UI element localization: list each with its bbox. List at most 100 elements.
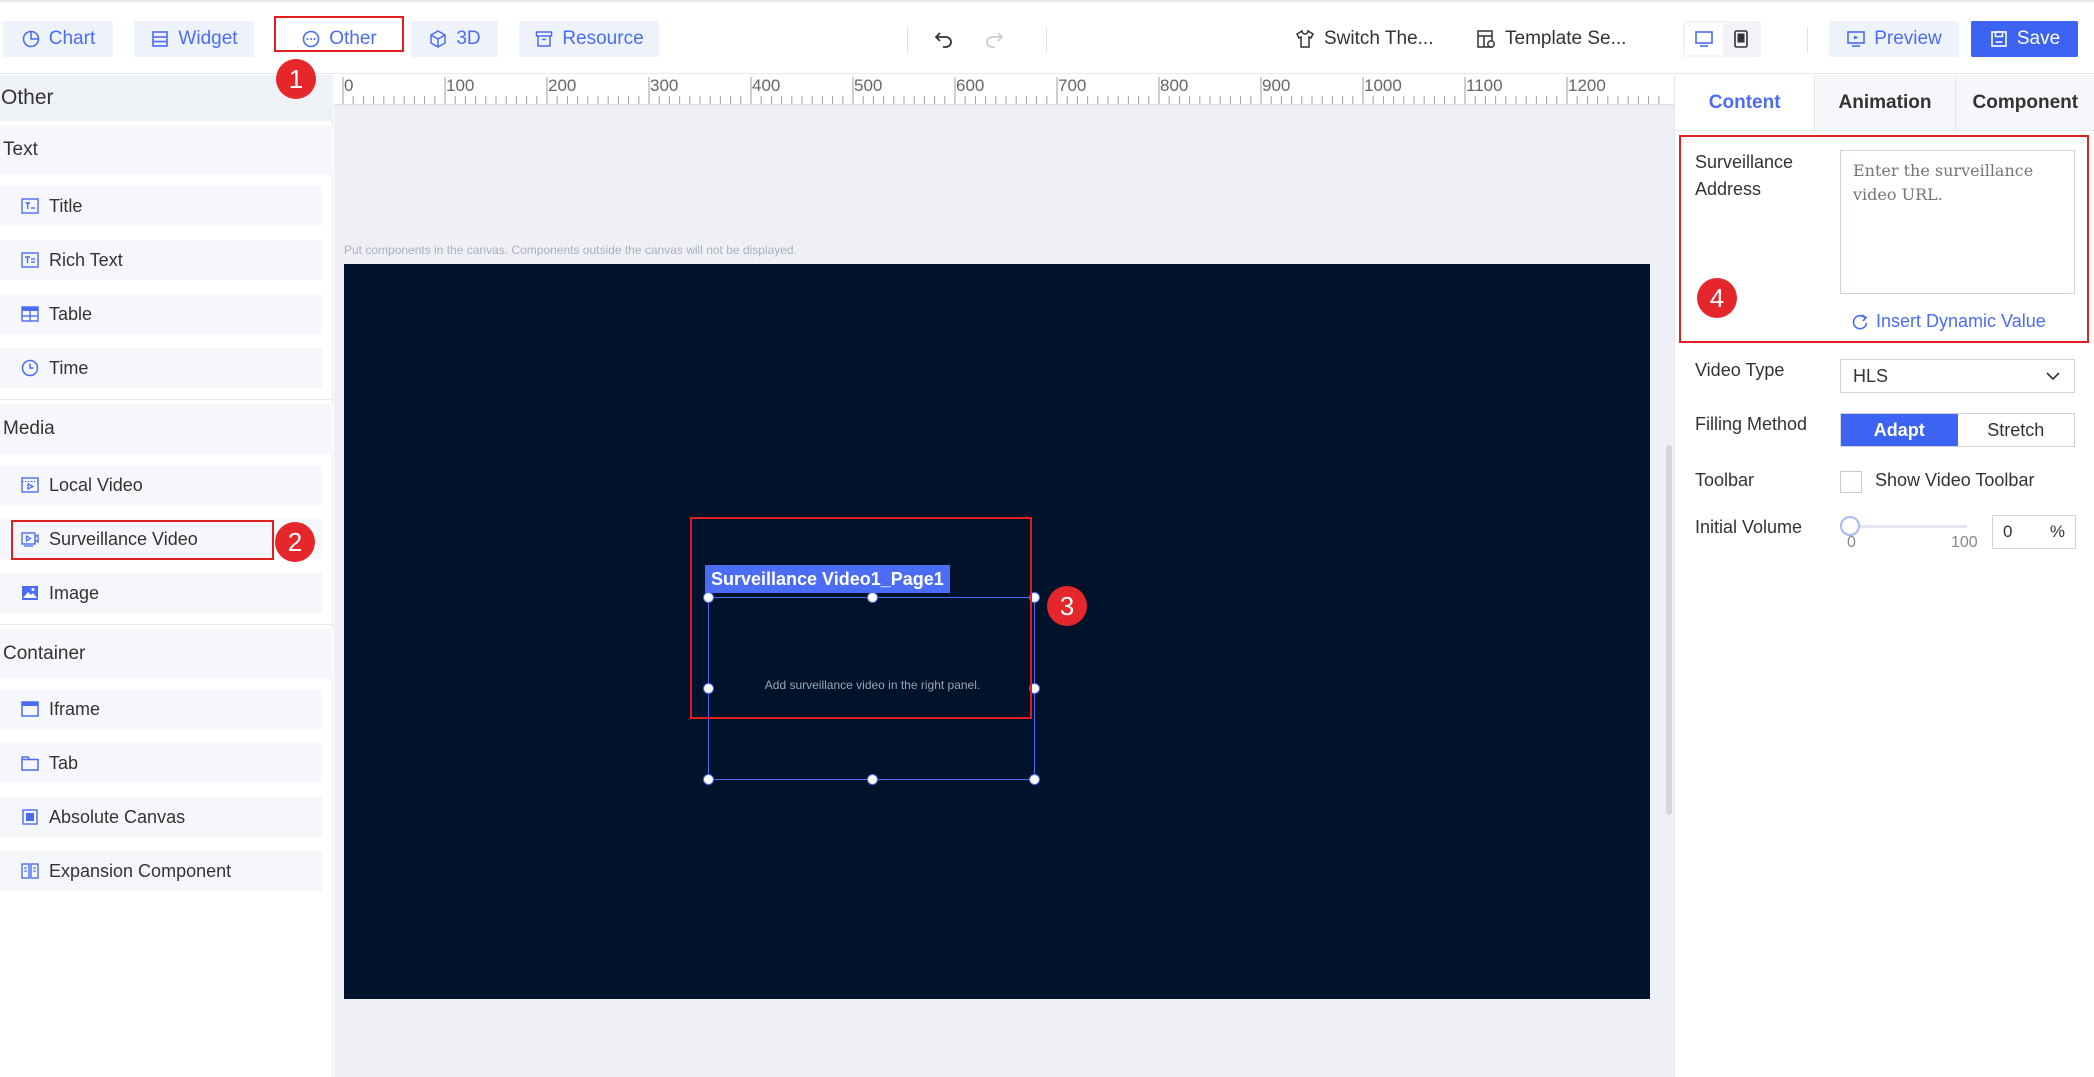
ruler-label: 600 [956,76,985,95]
local-video-icon [21,477,39,493]
tab-3d-label: 3D [456,28,481,49]
template-settings-label: Template Se... [1505,28,1627,49]
archive-icon [536,31,553,47]
ruler-label: 300 [650,76,679,95]
surveillance-video-component[interactable]: Add surveillance video in the right pane… [703,592,1040,785]
filling-stretch-option[interactable]: Stretch [1957,414,2074,446]
resize-handle-top-left[interactable] [703,592,714,603]
component-image[interactable]: Image [0,573,322,613]
tab-widget[interactable]: Widget [134,21,254,57]
component-rich-text[interactable]: Rich Text [0,240,322,280]
switch-theme-label: Switch The... [1324,28,1434,49]
filling-adapt-option[interactable]: Adapt [1841,414,1958,446]
tab-resource-label: Resource [562,28,644,49]
resize-handle-left[interactable] [703,683,714,694]
group-container: Container [0,629,333,679]
dynamic-value-icon [1852,313,1868,329]
resize-handle-top-right[interactable] [1029,592,1040,603]
component-time[interactable]: Time [0,348,322,388]
show-video-toolbar-checkbox[interactable] [1840,471,1862,493]
widget-icon [152,31,169,47]
component-local-video[interactable]: Local Video [0,465,322,505]
desktop-view-button[interactable] [1685,23,1723,55]
ruler-label: 1000 [1364,76,1402,95]
video-type-label: Video Type [1695,360,1785,380]
save-button[interactable]: Save [1971,21,2078,57]
component-expansion-label: Expansion Component [49,860,232,881]
ruler-label: 100 [446,76,475,95]
canvas-workspace[interactable]: 0 100 200 300 400 500 600 700 800 900 10… [334,75,1674,1077]
tab-resource[interactable]: Resource [519,21,659,57]
iframe-icon [21,701,39,717]
tab-other[interactable]: Other [276,21,402,57]
volume-slider-track[interactable] [1847,525,1967,528]
component-tab[interactable]: Tab [0,743,322,783]
surveillance-address-input[interactable] [1840,150,2075,294]
preview-label: Preview [1874,28,1942,49]
component-rich-text-label: Rich Text [49,249,123,270]
group-text: Text [0,125,333,175]
video-type-select[interactable]: HLS [1840,359,2075,393]
resize-handle-right[interactable] [1029,683,1040,694]
chart-pie-icon [22,30,40,48]
tab-content[interactable]: Content [1675,75,1816,130]
component-expansion[interactable]: Expansion Component [0,851,322,891]
tab-component[interactable]: Component [1956,75,2094,130]
table-icon [21,306,39,322]
folder-tab-icon [21,756,39,771]
tab-chart[interactable]: Chart [3,21,113,57]
preview-button[interactable]: Preview [1829,21,1959,57]
other-icon [302,30,320,48]
component-surveillance-video[interactable]: Surveillance Video [0,519,322,559]
title-icon [21,198,39,214]
volume-value: 0 [2003,522,2013,541]
component-iframe-label: Iframe [49,698,101,719]
component-iframe[interactable]: Iframe [0,689,322,729]
cube-icon [430,30,447,48]
tab-chart-label: Chart [48,28,96,49]
divider [907,28,908,52]
volume-input[interactable]: 0 % [1992,515,2076,549]
resize-handle-bottom[interactable] [867,774,878,785]
annotation-badge-2: 2 [275,522,315,562]
redo-button[interactable] [983,21,1005,57]
insert-dynamic-value-link[interactable]: Insert Dynamic Value [1850,311,2046,332]
resize-handle-bottom-right[interactable] [1029,774,1040,785]
component-table[interactable]: Table [0,294,322,334]
filling-method-label: Filling Method [1695,414,1808,434]
shirt-icon [1296,29,1314,48]
resize-handle-top[interactable] [867,592,878,603]
annotation-badge-3: 3 [1047,586,1087,626]
undo-button[interactable] [933,21,955,57]
tab-animation[interactable]: Animation [1815,75,1956,130]
component-absolute-canvas[interactable]: Absolute Canvas [0,797,322,837]
divider [0,624,333,625]
properties-tabs: Content Animation Component [1675,75,2094,131]
switch-theme-button[interactable]: Switch The... [1294,21,1433,57]
redo-icon [986,32,1004,48]
vertical-scrollbar[interactable] [1666,445,1672,815]
ruler-label: 1200 [1568,76,1606,95]
resize-handle-bottom-left[interactable] [703,774,714,785]
absolute-canvas-icon [22,809,38,825]
volume-min-label: 0 [1847,534,1856,551]
save-label: Save [2016,28,2061,49]
desktop-icon [1695,31,1713,47]
template-settings-button[interactable]: Template Se... [1475,21,1626,57]
component-absolute-canvas-label: Absolute Canvas [49,806,186,827]
annotation-badge-4: 4 [1697,278,1737,318]
ruler-label: 0 [344,76,354,95]
ruler-label: 500 [854,76,883,95]
expansion-component-icon [21,863,39,879]
ruler-label: 400 [752,76,781,95]
volume-slider-handle[interactable] [1840,516,1860,536]
tab-3d[interactable]: 3D [411,21,498,57]
save-icon [1991,31,2007,47]
tablet-view-button[interactable] [1723,23,1759,55]
undo-icon [934,32,952,48]
dashboard-canvas[interactable]: Surveillance Video1_Page1 Add surveillan… [344,264,1650,999]
component-library-panel: Other Text Title Rich Text Table Time Me… [0,75,333,1077]
component-name-tag[interactable]: Surveillance Video1_Page1 [705,565,950,593]
component-title[interactable]: Title [0,186,322,226]
insert-dynamic-value-label: Insert Dynamic Value [1876,311,2046,331]
